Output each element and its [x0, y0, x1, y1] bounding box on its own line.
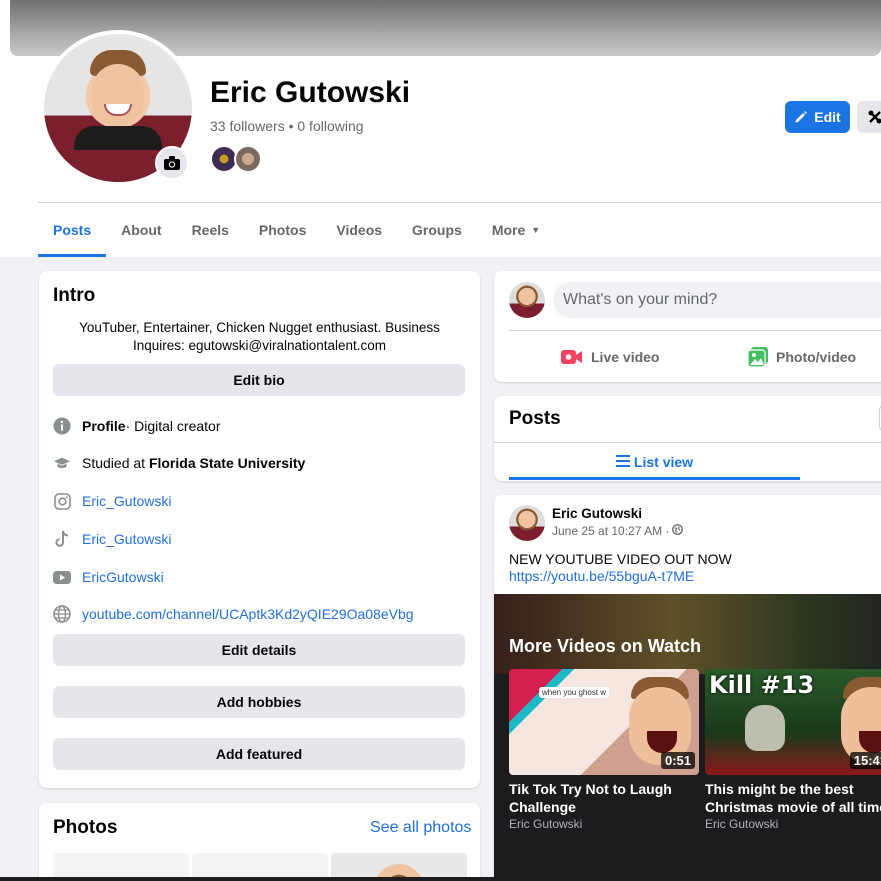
post-time-text[interactable]: June 25 at 10:27 AM ·	[552, 524, 669, 538]
youtube-icon	[53, 568, 71, 586]
graduation-cap-icon	[53, 454, 71, 472]
video-thumbnail[interactable]: when you ghost w 0:51	[509, 669, 699, 775]
follower-avatars	[210, 145, 262, 173]
photos-title: Photos	[53, 817, 118, 838]
tab-more[interactable]: More ▼	[477, 203, 555, 257]
caret-down-icon: ▼	[531, 225, 541, 235]
video-title[interactable]: Tik Tok Try Not to Laugh Challenge	[509, 780, 699, 816]
detail-youtube: EricGutowski	[53, 565, 164, 589]
photo-video-label: Photo/video	[776, 349, 857, 365]
video-duration: 15:41	[849, 752, 881, 769]
post-author[interactable]: Eric Gutowski	[552, 506, 642, 521]
video-camera-icon	[561, 350, 582, 364]
tab-label: Posts	[53, 222, 92, 238]
instagram-link[interactable]: Eric_Gutowski	[82, 493, 171, 509]
add-hobbies-button[interactable]: Add hobbies	[53, 686, 465, 718]
photo-video-button[interactable]: Photo/video	[748, 343, 856, 371]
post-timestamp: June 25 at 10:27 AM ·	[552, 524, 684, 538]
instagram-icon	[53, 492, 71, 510]
photos-card: Photos See all photos	[39, 803, 480, 881]
globe-icon	[672, 524, 684, 538]
watch-preview-background	[494, 594, 881, 674]
detail-education: Studied at Florida State University	[53, 451, 305, 475]
tab-label: Groups	[412, 222, 462, 238]
tiktok-link[interactable]: Eric_Gutowski	[82, 531, 171, 547]
list-view-tab[interactable]: List view	[509, 443, 800, 480]
watch-preview: More Videos on Watch when you ghost w 0:…	[494, 594, 881, 881]
photo-icon	[748, 347, 768, 367]
edit-profile-button[interactable]: Edit	[785, 101, 850, 133]
tab-groups[interactable]: Groups	[397, 203, 477, 257]
bio-text: YouTuber, Entertainer, Chicken Nugget en…	[79, 320, 440, 353]
live-video-button[interactable]: Live video	[561, 343, 659, 371]
add-featured-button[interactable]: Add featured	[53, 738, 465, 770]
video-card[interactable]: when you ghost w 0:51 Tik Tok Try Not to…	[509, 669, 699, 831]
see-all-photos-link[interactable]: See all photos	[370, 819, 471, 837]
education-prefix: Studied at	[82, 455, 149, 471]
tab-videos[interactable]: Videos	[321, 203, 397, 257]
info-icon	[53, 417, 71, 435]
tab-posts[interactable]: Posts	[38, 203, 107, 257]
list-icon	[615, 454, 630, 470]
video-author[interactable]: Eric Gutowski	[705, 817, 881, 831]
video-card[interactable]: Kill #13 15:41 This might be the best Ch…	[705, 669, 881, 831]
follower-count[interactable]: 33 followers • 0 following	[210, 118, 364, 134]
website-link[interactable]: youtube.com/channel/UCAptk3Kd2yQIE29Oa08…	[82, 606, 414, 622]
profile-name: Eric Gutowski	[210, 76, 411, 109]
tab-reels[interactable]: Reels	[177, 203, 244, 257]
video-thumbnail[interactable]: Kill #13 15:41	[705, 669, 881, 775]
tab-label: Videos	[336, 222, 383, 238]
tab-photos[interactable]: Photos	[244, 203, 321, 257]
detail-website: youtube.com/channel/UCAptk3Kd2yQIE29Oa08…	[53, 602, 414, 626]
skull-image	[745, 705, 785, 751]
edit-bio-button[interactable]: Edit bio	[53, 364, 465, 396]
detail-profile-value: · Digital creator	[125, 418, 221, 434]
globe-icon	[53, 605, 71, 623]
tools-icon	[868, 110, 881, 124]
tab-label: More	[491, 222, 526, 238]
detail-profile-label: Profile	[82, 418, 126, 434]
avatar[interactable]	[509, 282, 545, 318]
tab-label: Reels	[191, 222, 229, 238]
detail-profile: Profile · Digital creator	[53, 414, 221, 438]
thumbnail-overlay-text: Kill #13	[709, 671, 815, 699]
post-card: Eric Gutowski June 25 at 10:27 AM · NEW …	[494, 495, 881, 881]
avatar[interactable]	[509, 505, 545, 541]
intro-title: Intro	[53, 285, 96, 306]
camera-icon[interactable]	[155, 146, 189, 180]
tiktok-icon	[53, 530, 71, 548]
intro-card: Intro YouTuber, Entertainer, Chicken Nug…	[39, 271, 480, 788]
live-video-label: Live video	[591, 349, 660, 365]
post-link[interactable]: https://youtu.be/55bguA-t7ME	[509, 568, 694, 584]
thumbnail-caption: when you ghost w	[539, 687, 610, 698]
detail-instagram: Eric_Gutowski	[53, 489, 171, 513]
education-school[interactable]: Florida State University	[149, 455, 305, 471]
tab-label: Photos	[258, 222, 307, 238]
pencil-icon	[795, 111, 808, 123]
whats-on-your-mind-input[interactable]: What's on your mind?	[553, 282, 881, 318]
tab-label: About	[121, 222, 162, 238]
video-duration: 0:51	[660, 752, 695, 769]
composer-divider	[509, 330, 881, 331]
post-text: NEW YOUTUBE VIDEO OUT NOW	[509, 551, 732, 567]
list-view-label: List view	[633, 453, 694, 470]
profile-options-button[interactable]	[857, 101, 881, 133]
edit-profile-label: Edit	[814, 109, 841, 125]
video-author[interactable]: Eric Gutowski	[509, 817, 699, 831]
follower-avatar[interactable]	[234, 145, 262, 173]
profile-tabs: Posts About Reels Photos Videos Groups M…	[38, 203, 555, 257]
post-composer: What's on your mind? Live video Photo/vi…	[494, 271, 881, 382]
watch-title[interactable]: More Videos on Watch	[509, 636, 701, 657]
tab-about[interactable]: About	[106, 203, 176, 257]
youtube-link[interactable]: EricGutowski	[82, 569, 164, 585]
detail-tiktok: Eric_Gutowski	[53, 527, 171, 551]
posts-title: Posts	[509, 408, 561, 429]
posts-section-header: Posts List view	[494, 396, 881, 481]
window-bottom-edge	[0, 877, 881, 881]
list-view-underline	[509, 477, 800, 480]
edit-details-button[interactable]: Edit details	[53, 634, 465, 666]
video-title[interactable]: This might be the best Christmas movie o…	[705, 780, 881, 816]
